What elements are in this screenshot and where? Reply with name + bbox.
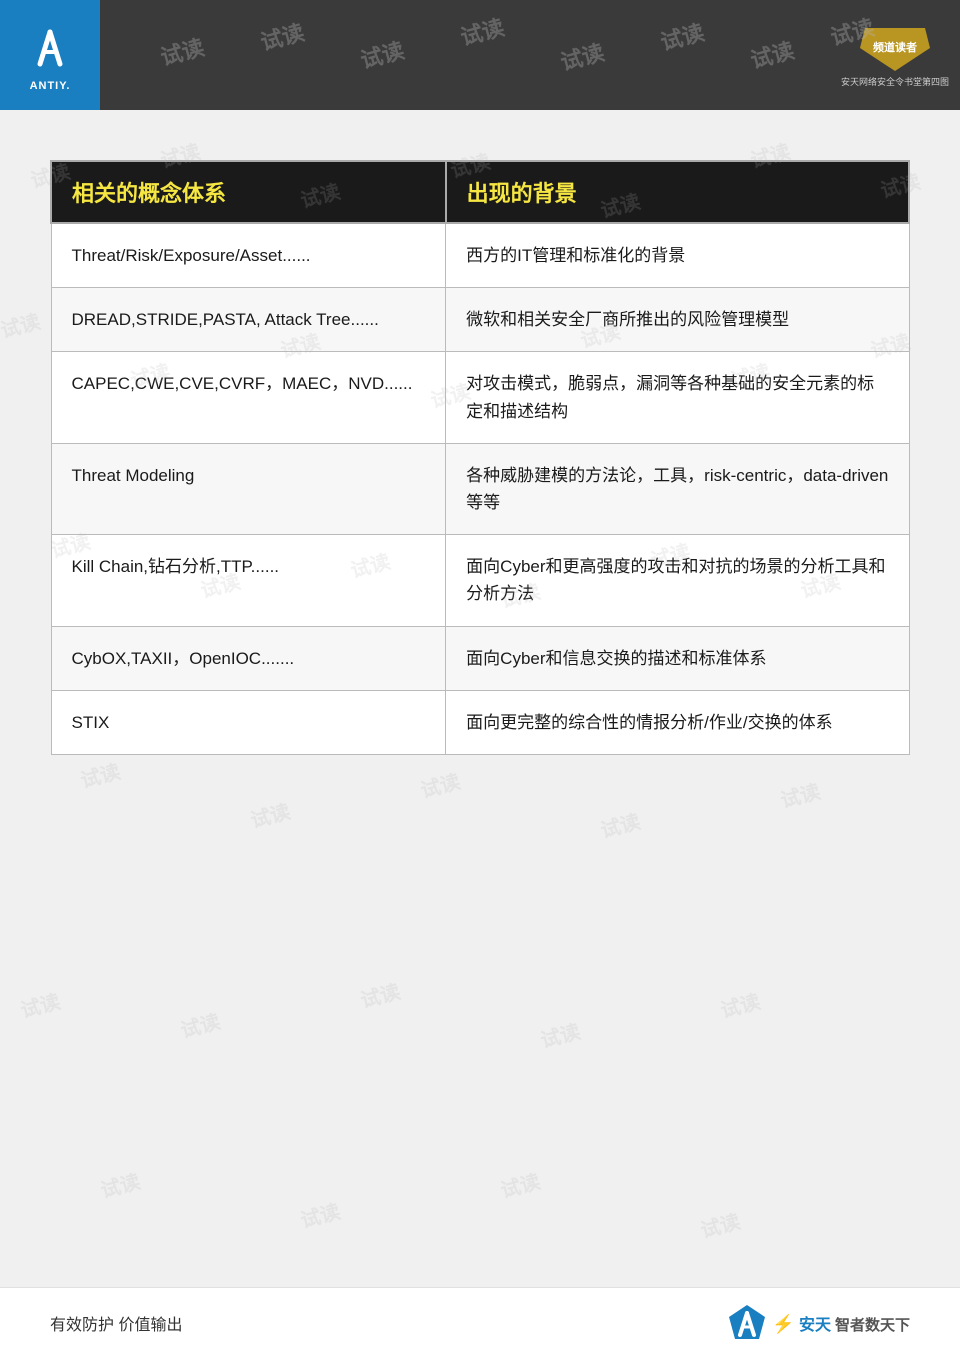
header-wm-7: 试读: [747, 33, 798, 75]
bwm-22: 试读: [247, 795, 293, 833]
bwm-24: 试读: [597, 805, 643, 843]
footer-logo-subtext: 智者数天下: [835, 1314, 910, 1335]
table-cell-right: 西方的IT管理和标准化的背景: [446, 223, 909, 288]
header-wm-6: 试读: [657, 15, 708, 57]
bwm-29: 试读: [537, 1015, 583, 1053]
table-cell-left: Kill Chain,钻石分析,TTP......: [51, 535, 446, 626]
footer-brand-icon: ⚡: [772, 1314, 794, 1334]
footer: 有效防护 价值输出 ⚡ 安天 智者数天下: [0, 1287, 960, 1357]
footer-logo-icon: [727, 1303, 767, 1343]
col2-header: 出现的背景: [446, 161, 909, 223]
header-wm-5: 试读: [557, 35, 608, 77]
bwm-30: 试读: [717, 985, 763, 1023]
table-cell-left: CAPEC,CWE,CVE,CVRF，MAEC，NVD......: [51, 352, 446, 443]
header-right-logo-svg: 频道读者: [855, 23, 935, 73]
header: ANTIY. 试读 试读 试读 试读 试读 试读 试读 试读 频道读者 安天网络…: [0, 0, 960, 110]
table-row: Threat Modeling各种威胁建模的方法论，工具，risk-centri…: [51, 443, 909, 534]
bwm-34: 试读: [697, 1205, 743, 1243]
table-cell-right: 微软和相关安全厂商所推出的风险管理模型: [446, 288, 909, 352]
header-right-logo: 频道读者 安天网络安全令书堂第四图: [830, 0, 960, 110]
table-cell-left: STIX: [51, 690, 446, 754]
table-row: DREAD,STRIDE,PASTA, Attack Tree......微软和…: [51, 288, 909, 352]
bwm-33: 试读: [497, 1165, 543, 1203]
table-cell-left: Threat Modeling: [51, 443, 446, 534]
footer-logo-text: ⚡ 安天: [772, 1311, 831, 1335]
logo-block: ANTIY.: [0, 0, 100, 110]
table-row: Threat/Risk/Exposure/Asset......西方的IT管理和…: [51, 223, 909, 288]
header-wm-2: 试读: [257, 15, 308, 57]
table-cell-right: 面向Cyber和信息交换的描述和标准体系: [446, 626, 909, 690]
table-cell-right: 面向更完整的综合性的情报分析/作业/交换的体系: [446, 690, 909, 754]
table-row: CybOX,TAXII，OpenIOC.......面向Cyber和信息交换的描…: [51, 626, 909, 690]
bwm-28: 试读: [357, 975, 403, 1013]
table-cell-right: 各种威胁建模的方法论，工具，risk-centric，data-driven等等: [446, 443, 909, 534]
footer-logo: ⚡ 安天 智者数天下: [727, 1303, 910, 1343]
table-row: STIX面向更完整的综合性的情报分析/作业/交换的体系: [51, 690, 909, 754]
col1-header: 相关的概念体系: [51, 161, 446, 223]
table-cell-left: DREAD,STRIDE,PASTA, Attack Tree......: [51, 288, 446, 352]
table-cell-left: CybOX,TAXII，OpenIOC.......: [51, 626, 446, 690]
header-wm-1: 试读: [157, 30, 208, 72]
antiy-logo-icon: [20, 18, 80, 78]
bwm-32: 试读: [297, 1195, 343, 1233]
main-content: 相关的概念体系 出现的背景 Threat/Risk/Exposure/Asset…: [0, 110, 960, 795]
table-cell-right: 对攻击模式，脆弱点，漏洞等各种基础的安全元素的标定和描述结构: [446, 352, 909, 443]
svg-text:频道读者: 频道读者: [873, 40, 917, 54]
header-wm-4: 试读: [457, 10, 508, 52]
header-right-logo-sub: 安天网络安全令书堂第四图: [841, 75, 949, 88]
table-row: Kill Chain,钻石分析,TTP......面向Cyber和更高强度的攻击…: [51, 535, 909, 626]
main-table: 相关的概念体系 出现的背景 Threat/Risk/Exposure/Asset…: [50, 160, 910, 755]
header-watermark-area: 试读 试读 试读 试读 试读 试读 试读 试读: [100, 0, 830, 110]
footer-logo-label: 安天: [799, 1317, 831, 1334]
logo-text: ANTIY.: [30, 80, 71, 92]
bwm-26: 试读: [17, 985, 63, 1023]
bwm-31: 试读: [97, 1165, 143, 1203]
header-wm-3: 试读: [357, 33, 408, 75]
footer-tagline: 有效防护 价值输出: [50, 1311, 182, 1335]
table-cell-right: 面向Cyber和更高强度的攻击和对抗的场景的分析工具和分析方法: [446, 535, 909, 626]
table-cell-left: Threat/Risk/Exposure/Asset......: [51, 223, 446, 288]
table-row: CAPEC,CWE,CVE,CVRF，MAEC，NVD......对攻击模式，脆…: [51, 352, 909, 443]
bwm-27: 试读: [177, 1005, 223, 1043]
